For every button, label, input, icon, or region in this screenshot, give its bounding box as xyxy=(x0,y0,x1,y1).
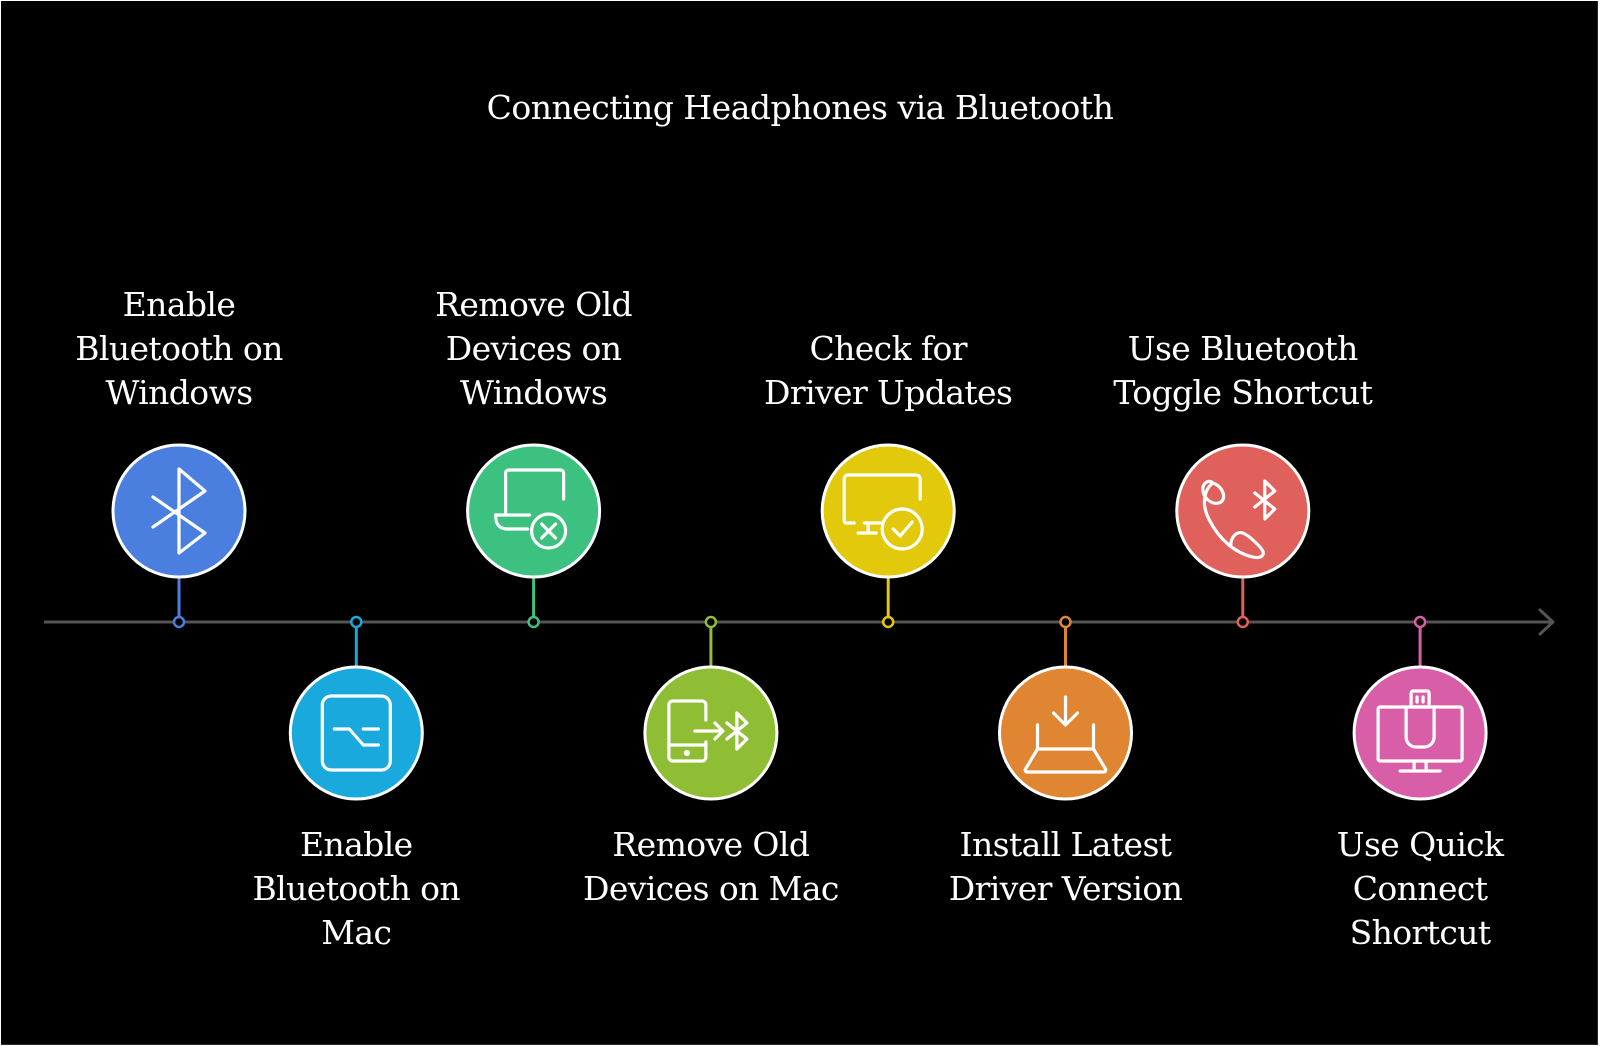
step-label-line: Windows xyxy=(105,373,253,412)
timeline-step xyxy=(643,615,779,801)
timeline-marker xyxy=(1236,615,1250,629)
step-label-line: Toggle Shortcut xyxy=(1113,373,1373,412)
step-label-line: Enable xyxy=(299,825,413,864)
step-label-line: Remove Old xyxy=(435,285,633,324)
step-label-line: Use Bluetooth xyxy=(1127,329,1359,368)
timeline-marker xyxy=(704,615,718,629)
timeline-marker xyxy=(1059,615,1072,629)
step-label: Install Latest Driver Version xyxy=(926,823,1206,911)
step-label-line: Bluetooth on xyxy=(75,329,283,368)
timeline-step xyxy=(1352,615,1488,801)
step-circle xyxy=(288,665,424,801)
timeline-marker xyxy=(527,615,540,629)
step-label-line: Bluetooth on xyxy=(252,869,461,908)
step-circle xyxy=(1175,443,1311,579)
step-circle xyxy=(466,443,602,579)
step-label: Remove Old Devices on Mac xyxy=(571,823,851,911)
step-circle xyxy=(998,665,1133,801)
step-label-line: Install Latest xyxy=(959,825,1173,864)
step-label-line: Enable xyxy=(122,285,236,324)
step-label-line: Mac xyxy=(321,913,392,952)
timeline-marker xyxy=(350,615,363,629)
step-label-line: Remove Old xyxy=(612,825,810,864)
timeline-step xyxy=(288,615,424,801)
step-label: Use Bluetooth Toggle Shortcut xyxy=(1103,327,1383,415)
step-circle xyxy=(643,665,779,801)
step-label-line: Check for xyxy=(809,329,967,368)
step-label-line: Driver Version xyxy=(948,869,1183,908)
step-label-line: Windows xyxy=(460,373,608,412)
timeline-step xyxy=(820,443,956,629)
step-circle xyxy=(1352,665,1488,801)
timeline-marker xyxy=(1413,615,1427,629)
step-label-line: Driver Updates xyxy=(764,373,1013,412)
step-label: Use Quick Connect Shortcut xyxy=(1280,823,1560,955)
timeline-step xyxy=(1175,443,1311,629)
step-label-line: Shortcut xyxy=(1349,913,1492,952)
step-label-line: Devices on xyxy=(445,329,622,368)
step-label: Remove Old Devices on Windows xyxy=(394,283,674,415)
step-label: Enable Bluetooth on Mac xyxy=(216,823,496,955)
step-label: Enable Bluetooth on Windows xyxy=(39,283,319,415)
step-label-line: Devices on Mac xyxy=(583,869,839,908)
timeline-marker xyxy=(172,615,186,629)
timeline-step xyxy=(111,443,247,629)
timeline-step xyxy=(466,443,602,629)
step-label: Check for Driver Updates xyxy=(748,327,1028,415)
step-label-line: Use Quick xyxy=(1336,825,1504,864)
step-circle xyxy=(820,443,956,579)
timeline-marker xyxy=(881,615,895,629)
timeline-step xyxy=(998,615,1133,801)
step-label-line: Connect xyxy=(1352,869,1488,908)
